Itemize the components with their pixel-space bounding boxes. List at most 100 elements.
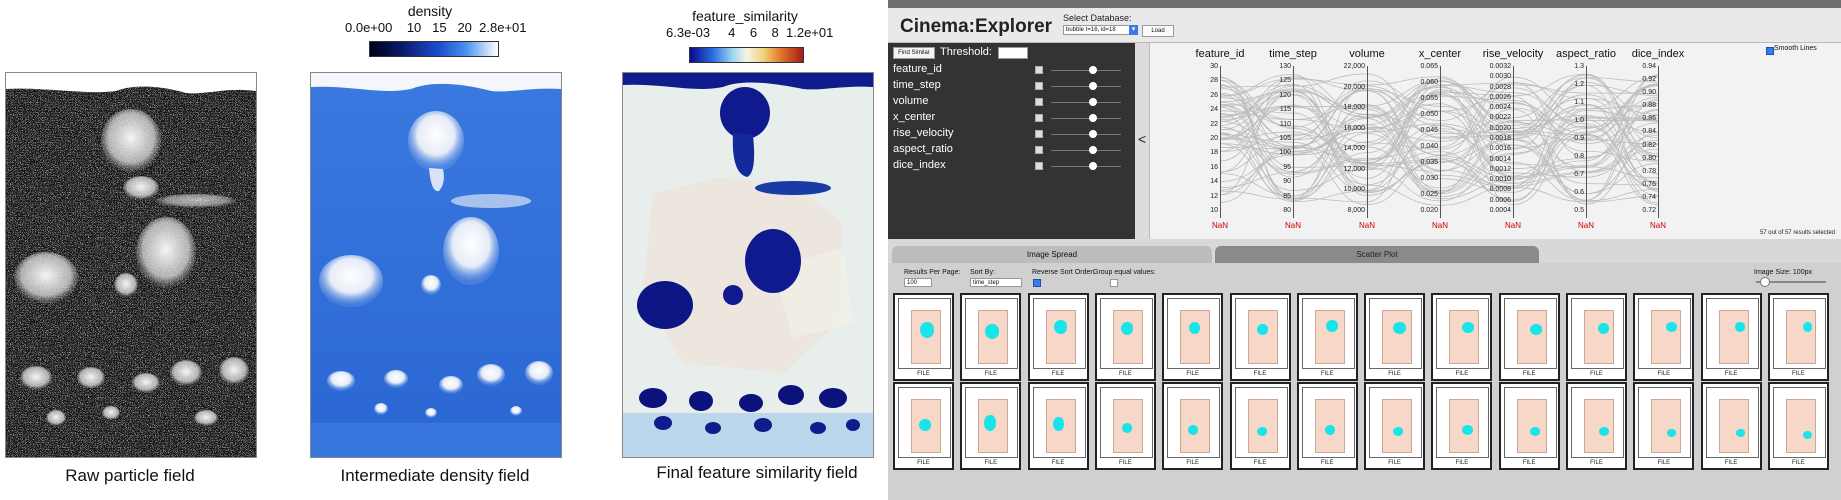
axis-label-aspect_ratio[interactable]: aspect_ratio [1556, 48, 1616, 60]
variable-row-volume[interactable]: volume [893, 95, 1128, 109]
image-tile[interactable]: FILE [1498, 382, 1560, 470]
tile-file-label: FILE [1388, 460, 1401, 466]
tile-file-label: FILE [917, 460, 930, 466]
image-tile[interactable]: FILE [1094, 382, 1156, 470]
collapse-panel-button[interactable]: < [1135, 43, 1150, 239]
variable-slider-knob[interactable] [1089, 130, 1097, 138]
image-tile[interactable]: FILE [893, 382, 954, 470]
image-tile[interactable]: FILE [1700, 293, 1762, 381]
image-tile[interactable]: FILE [1767, 293, 1829, 381]
axis-tick-label: 0.74 [1642, 193, 1656, 201]
variable-row-rise_velocity[interactable]: rise_velocity [893, 127, 1128, 141]
tile-thumbnail [1436, 298, 1490, 369]
axis-label-volume[interactable]: volume [1349, 48, 1384, 60]
variable-slider-track[interactable] [1051, 166, 1121, 167]
image-tile[interactable]: FILE [893, 293, 954, 381]
threshold-input[interactable] [998, 47, 1028, 59]
variable-slider-knob[interactable] [1089, 98, 1097, 106]
axis-label-feature_id[interactable]: feature_id [1196, 48, 1245, 60]
variable-slider-knob[interactable] [1089, 82, 1097, 90]
image-tile[interactable]: FILE [1633, 382, 1695, 470]
image-tile[interactable]: FILE [1296, 293, 1358, 381]
tab-image-spread[interactable]: Image Spread [892, 246, 1212, 263]
axis-tick-label: 12,000 [1343, 165, 1365, 173]
variable-row-feature_id[interactable]: feature_id [893, 63, 1128, 77]
image-tile[interactable]: FILE [1162, 382, 1224, 470]
find-similar-button[interactable]: Find Similar [893, 47, 935, 59]
load-button[interactable]: Load [1142, 25, 1174, 37]
image-tile[interactable]: FILE [1566, 293, 1627, 381]
variable-slider-track[interactable] [1051, 70, 1121, 71]
variable-slider-track[interactable] [1051, 102, 1121, 103]
variable-slider-knob[interactable] [1089, 162, 1097, 170]
variable-row-time_step[interactable]: time_step [893, 79, 1128, 93]
axis-line-time_step[interactable] [1293, 66, 1294, 218]
smooth-lines-checkbox[interactable] [1766, 47, 1774, 55]
image-tile[interactable]: FILE [1296, 382, 1358, 470]
image-tile[interactable]: FILE [1027, 293, 1089, 381]
variable-row-aspect_ratio[interactable]: aspect_ratio [893, 143, 1128, 157]
database-select[interactable]: bubble t=16, id=18 [1063, 25, 1138, 35]
axis-label-dice_index[interactable]: dice_index [1632, 48, 1685, 60]
image-tile[interactable]: FILE [1767, 382, 1829, 470]
variable-checkbox[interactable] [1035, 146, 1043, 154]
variable-label: feature_id [893, 63, 942, 75]
variable-slider-track[interactable] [1051, 86, 1121, 87]
image-tile[interactable]: FILE [1431, 293, 1493, 381]
variable-slider-knob[interactable] [1089, 66, 1097, 74]
variable-checkbox[interactable] [1035, 162, 1043, 170]
image-size-slider-knob[interactable] [1760, 277, 1770, 287]
image-tile[interactable]: FILE [1700, 382, 1762, 470]
image-tile[interactable]: FILE [1633, 293, 1695, 381]
image-tile[interactable]: FILE [1498, 293, 1560, 381]
tile-file-label: FILE [1119, 460, 1132, 466]
image-tile[interactable]: FILE [960, 293, 1022, 381]
reverse-sort-checkbox[interactable] [1033, 279, 1041, 287]
variable-row-x_center[interactable]: x_center [893, 111, 1128, 125]
axis-line-feature_id[interactable] [1220, 66, 1221, 218]
result-line[interactable] [1219, 83, 1659, 206]
image-tile[interactable]: FILE [1566, 382, 1627, 470]
variable-checkbox[interactable] [1035, 98, 1043, 106]
axis-line-dice_index[interactable] [1658, 66, 1659, 218]
variable-label: x_center [893, 111, 936, 123]
variable-checkbox[interactable] [1035, 130, 1043, 138]
axis-label-rise_velocity[interactable]: rise_velocity [1483, 48, 1544, 60]
image-tile[interactable]: FILE [1364, 382, 1426, 470]
tab-scatter-plot[interactable]: Scatter Plot [1215, 246, 1539, 263]
axis-label-time_step[interactable]: time_step [1269, 48, 1317, 60]
variable-slider-track[interactable] [1051, 150, 1121, 151]
sort-by-label: Sort By: [970, 269, 995, 276]
image-tile[interactable]: FILE [1229, 293, 1291, 381]
variable-slider-track[interactable] [1051, 134, 1121, 135]
image-tile[interactable]: FILE [1431, 382, 1493, 470]
result-line[interactable] [1219, 80, 1659, 206]
axis-line-x_center[interactable] [1440, 66, 1441, 218]
group-equal-checkbox[interactable] [1110, 279, 1118, 287]
variable-slider-knob[interactable] [1089, 114, 1097, 122]
image-tile[interactable]: FILE [1094, 293, 1156, 381]
axis-line-aspect_ratio[interactable] [1586, 66, 1587, 218]
axis-label-x_center[interactable]: x_center [1419, 48, 1461, 60]
parallel-coordinates-plot[interactable]: feature_id 30 28 26 24 22 20 18 16 14 12 10 NaN time_… [1150, 43, 1841, 239]
image-tile[interactable]: FILE [960, 382, 1022, 470]
image-tile[interactable]: FILE [1162, 293, 1224, 381]
variable-slider-track[interactable] [1051, 118, 1121, 119]
variable-row-dice_index[interactable]: dice_index [893, 159, 1128, 173]
axis-line-rise_velocity[interactable] [1513, 66, 1514, 218]
variable-checkbox[interactable] [1035, 66, 1043, 74]
results-per-page-select[interactable]: 100 [904, 278, 932, 287]
density-tick: 2.8e+01 [479, 20, 527, 35]
axis-line-volume[interactable] [1367, 66, 1368, 218]
variable-slider-knob[interactable] [1089, 146, 1097, 154]
variable-checkbox[interactable] [1035, 82, 1043, 90]
image-tile[interactable]: FILE [1229, 382, 1291, 470]
sort-by-select[interactable]: time_step [970, 278, 1022, 287]
axis-tick-label: 0.025 [1420, 191, 1438, 198]
tile-thumbnail [1032, 387, 1086, 458]
axis-tick-label: 14 [1210, 178, 1218, 186]
tile-bubble-highlight [1393, 427, 1404, 436]
image-tile[interactable]: FILE [1027, 382, 1089, 470]
variable-checkbox[interactable] [1035, 114, 1043, 122]
image-tile[interactable]: FILE [1364, 293, 1426, 381]
